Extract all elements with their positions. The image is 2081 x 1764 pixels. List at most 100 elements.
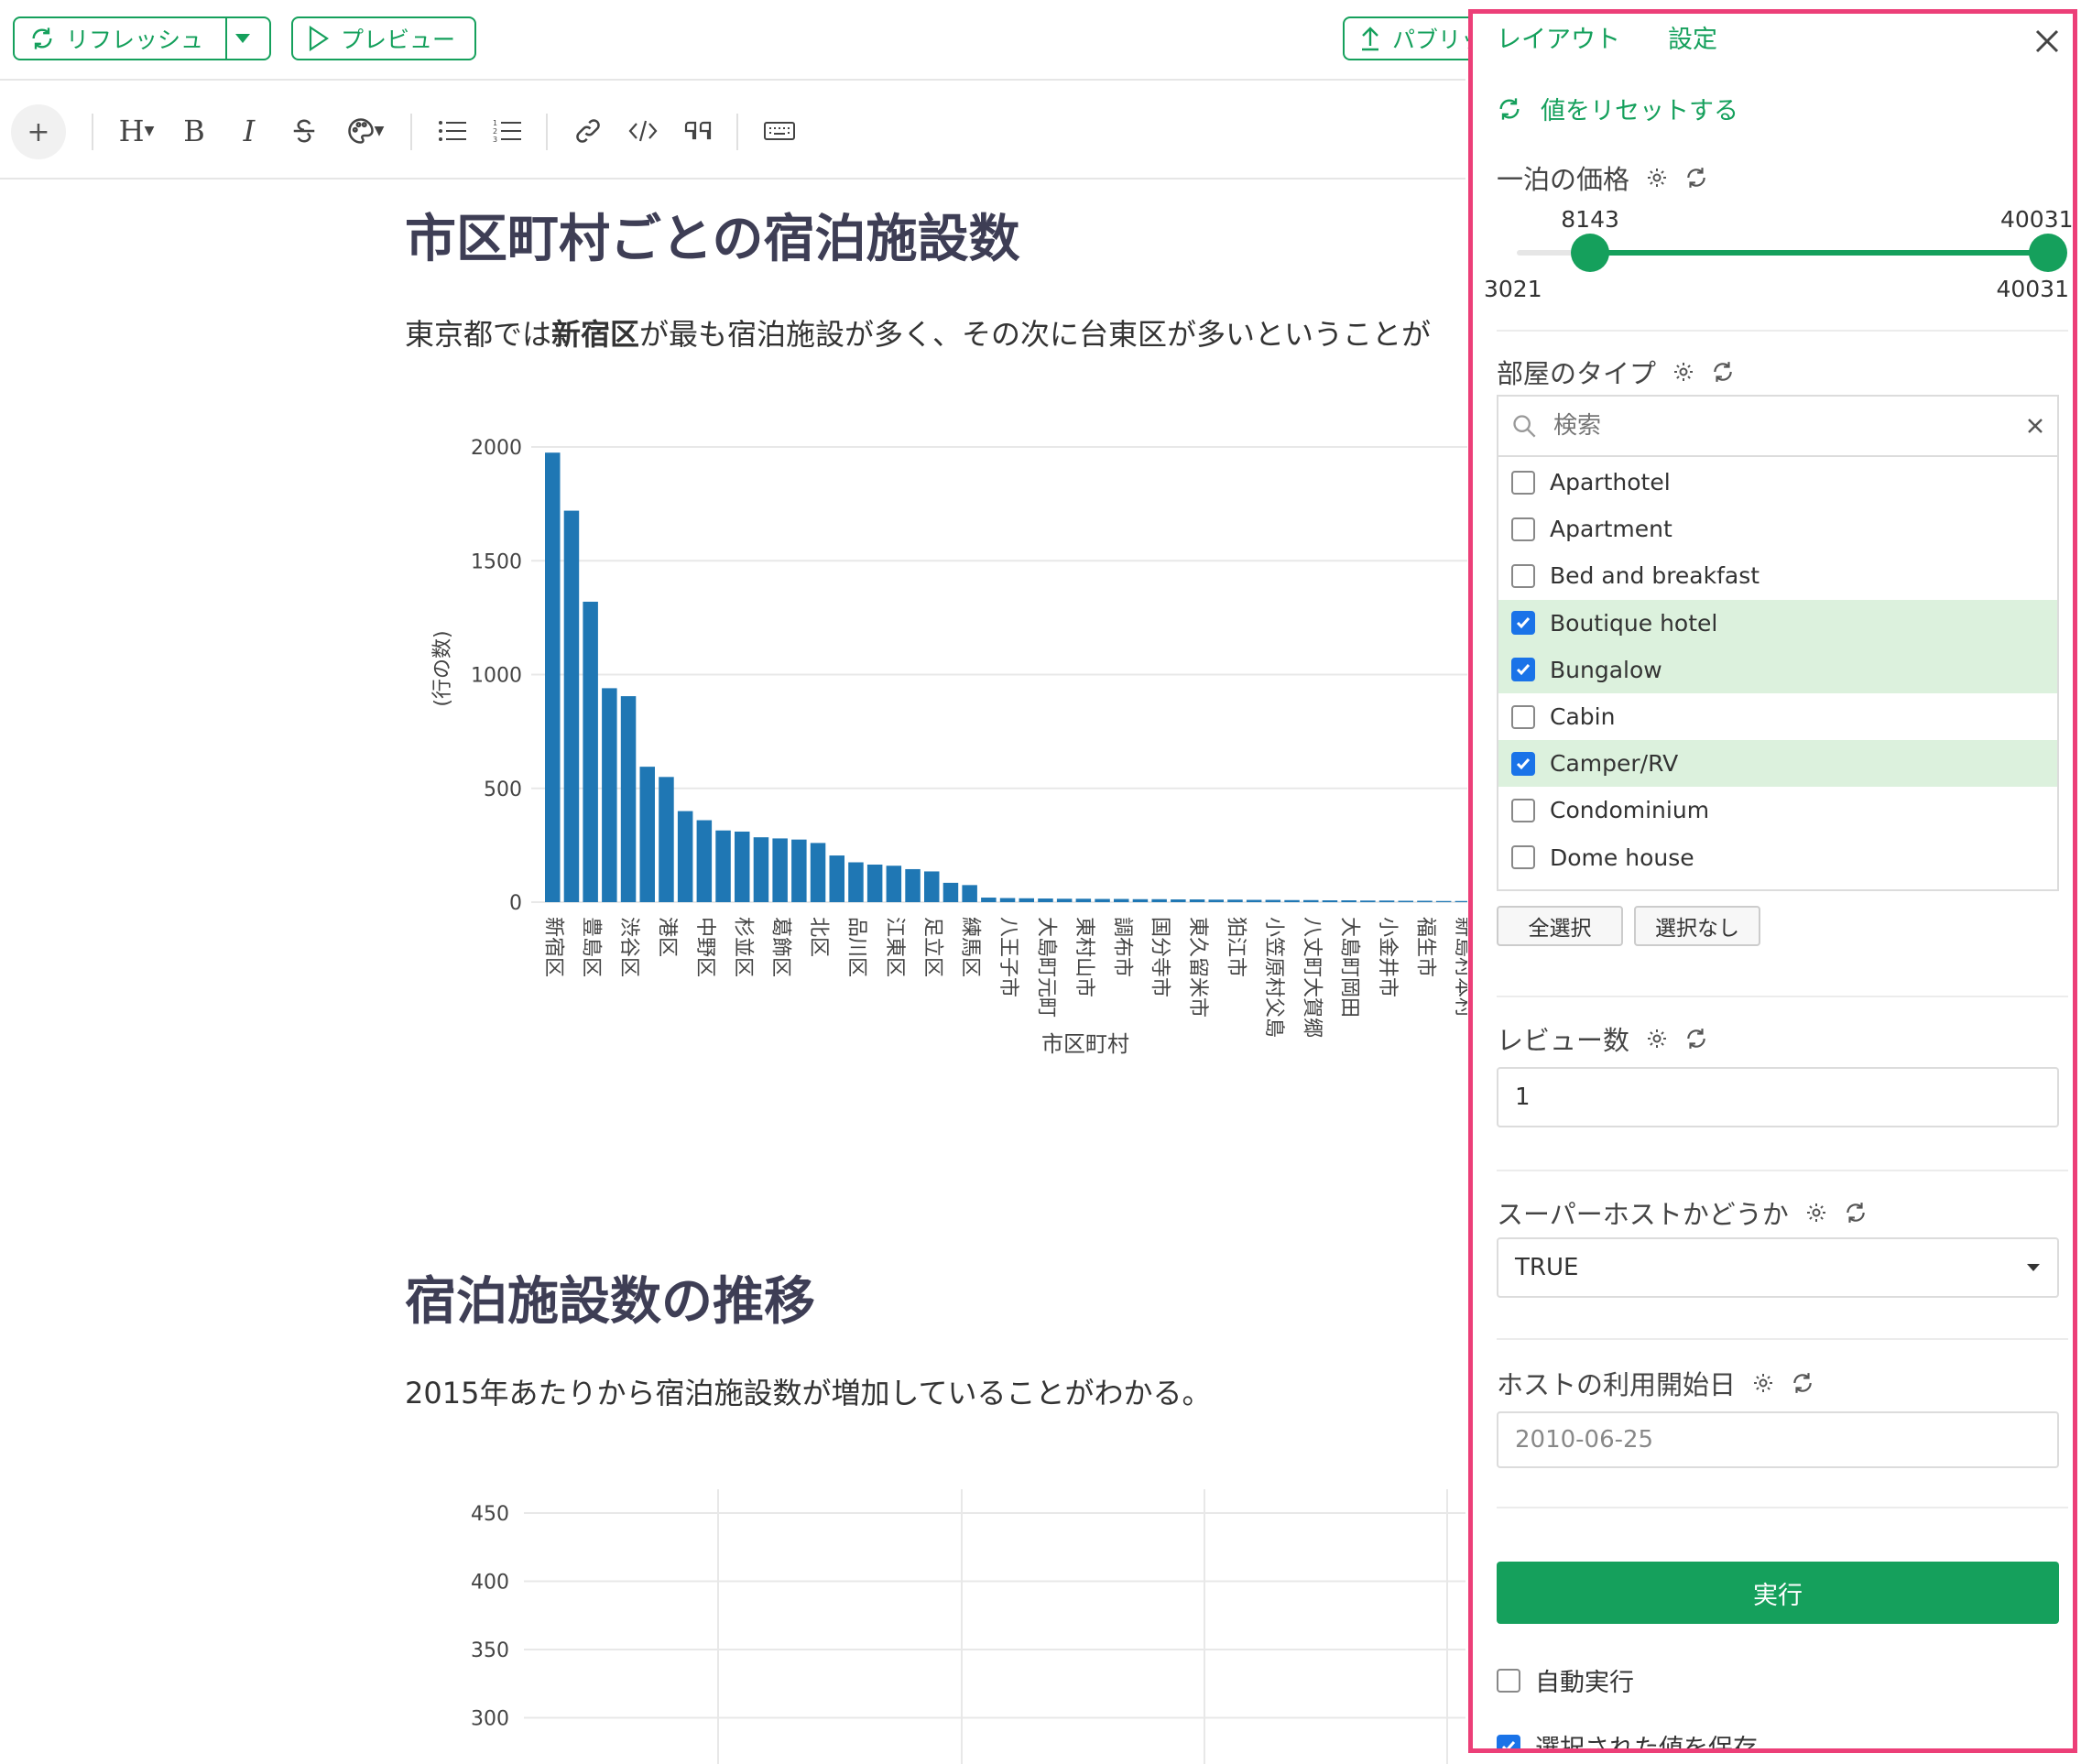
room-type-checkbox[interactable] bbox=[1511, 563, 1535, 588]
numbered-list-button[interactable]: 123 bbox=[489, 108, 526, 154]
room-type-checkbox[interactable] bbox=[1511, 704, 1535, 729]
refresh-button[interactable]: リフレッシュ bbox=[13, 16, 227, 60]
gear-icon[interactable] bbox=[1646, 167, 1668, 189]
keyboard-shortcuts-button[interactable] bbox=[760, 108, 799, 154]
x-tick-label: 新島村本村 bbox=[1452, 917, 1467, 1018]
x-tick-label: 小金井市 bbox=[1376, 917, 1399, 997]
room-type-option[interactable]: Camper/RV bbox=[1498, 740, 2057, 788]
save-values-checkbox[interactable] bbox=[1497, 1734, 1520, 1748]
run-button[interactable]: 実行 bbox=[1497, 1562, 2059, 1624]
tab-settings[interactable]: 設定 bbox=[1668, 19, 1717, 55]
room-type-checkbox[interactable] bbox=[1511, 658, 1535, 682]
price-slider-min-handle[interactable] bbox=[1571, 234, 1610, 272]
bar bbox=[1019, 898, 1034, 902]
price-range-min: 3021 bbox=[1484, 276, 1542, 302]
color-palette-button[interactable]: ▼ bbox=[341, 108, 390, 154]
bar bbox=[1435, 900, 1452, 902]
bar bbox=[1056, 898, 1073, 902]
bar bbox=[1398, 900, 1413, 902]
code-button[interactable] bbox=[625, 108, 661, 154]
heading-button[interactable]: H ▼ bbox=[112, 108, 161, 154]
room-type-option[interactable]: Apartment bbox=[1498, 506, 2057, 552]
reset-values-button[interactable]: 値をリセットする bbox=[1497, 91, 1738, 126]
y-tick-label: 0 bbox=[509, 892, 522, 915]
bar bbox=[1114, 898, 1129, 902]
caret-down-icon bbox=[2027, 1264, 2040, 1271]
x-tick-label: 大島町岡田 bbox=[1338, 917, 1361, 1018]
price-section-title: 一泊の価格 bbox=[1497, 158, 1708, 197]
room-type-checkbox[interactable] bbox=[1511, 470, 1535, 495]
clear-icon[interactable] bbox=[2026, 417, 2044, 435]
top-toolbar: リフレッシュ プレビュー パブリッ bbox=[0, 0, 1498, 81]
section-divider bbox=[1497, 1170, 2068, 1171]
refresh-dropdown-button[interactable] bbox=[225, 16, 271, 60]
room-type-option[interactable]: Dome house bbox=[1498, 834, 2057, 881]
search-icon bbox=[1513, 415, 1536, 438]
room-type-option[interactable]: Condominium bbox=[1498, 787, 2057, 833]
room-type-checkbox[interactable] bbox=[1511, 845, 1535, 870]
bar bbox=[1038, 898, 1053, 902]
room-type-option-label: Apartment bbox=[1550, 516, 1672, 543]
room-type-option[interactable]: Boutique hotel bbox=[1498, 599, 2057, 647]
tab-layout[interactable]: レイアウト bbox=[1497, 19, 1620, 55]
price-slider-max-handle[interactable] bbox=[2029, 234, 2067, 272]
room-type-checkbox[interactable] bbox=[1511, 751, 1535, 776]
bold-button[interactable]: B bbox=[176, 108, 212, 154]
gear-icon[interactable] bbox=[1805, 1202, 1827, 1224]
superhost-title: スーパーホストかどうか bbox=[1497, 1199, 1789, 1230]
auto-run-checkbox[interactable] bbox=[1497, 1668, 1520, 1693]
select-all-button[interactable]: 全選択 bbox=[1497, 906, 1623, 946]
room-type-option-label: Aparthotel bbox=[1550, 469, 1671, 495]
add-block-button[interactable]: + bbox=[11, 104, 66, 159]
refresh-icon[interactable] bbox=[1684, 166, 1708, 190]
palette-icon bbox=[347, 118, 374, 144]
room-type-option[interactable]: Bed and breakfast bbox=[1498, 552, 2057, 599]
bar bbox=[905, 868, 921, 902]
refresh-icon[interactable] bbox=[1684, 1027, 1708, 1051]
quote-button[interactable] bbox=[680, 108, 716, 154]
bullet-list-button[interactable] bbox=[434, 108, 471, 154]
gear-icon[interactable] bbox=[1672, 361, 1694, 383]
save-values-checkbox-row[interactable]: 選択された値を保存 bbox=[1497, 1728, 1758, 1748]
strikethrough-button[interactable] bbox=[286, 108, 322, 154]
auto-run-checkbox-row[interactable]: 自動実行 bbox=[1497, 1662, 1634, 1698]
trend-line-chart: 300 350 400 450 bbox=[471, 1489, 1465, 1764]
bar bbox=[886, 866, 902, 902]
superhost-select[interactable]: TRUE bbox=[1497, 1237, 2059, 1298]
preview-button[interactable]: プレビュー bbox=[291, 16, 476, 60]
room-type-checkbox[interactable] bbox=[1511, 611, 1535, 636]
room-type-search-input[interactable] bbox=[1552, 411, 2026, 441]
auto-run-label: 自動実行 bbox=[1535, 1669, 1634, 1697]
x-tick-label: 大島町元町 bbox=[1034, 917, 1057, 1018]
room-type-option[interactable]: Cabin bbox=[1498, 693, 2057, 740]
bar bbox=[715, 830, 731, 902]
host-since-date-input[interactable]: 2010-06-25 bbox=[1497, 1411, 2059, 1468]
room-type-option-label: Bungalow bbox=[1550, 656, 1662, 683]
gear-icon[interactable] bbox=[1752, 1372, 1774, 1394]
caret-down-icon: ▼ bbox=[374, 124, 385, 138]
preview-label: プレビュー bbox=[341, 27, 456, 53]
room-type-checkbox[interactable] bbox=[1511, 798, 1535, 822]
room-type-option[interactable]: Aparthotel bbox=[1498, 459, 2057, 506]
x-tick-label: 新宿区 bbox=[541, 917, 564, 977]
bar bbox=[735, 831, 750, 902]
bar bbox=[1227, 899, 1243, 902]
y-tick-label: 1000 bbox=[471, 665, 522, 688]
select-none-button[interactable]: 選択なし bbox=[1634, 906, 1760, 946]
italic-button[interactable]: I bbox=[231, 108, 267, 154]
refresh-icon[interactable] bbox=[1791, 1371, 1814, 1395]
room-type-checkbox[interactable] bbox=[1511, 517, 1535, 541]
code-icon bbox=[628, 120, 658, 142]
room-type-search bbox=[1498, 397, 2057, 457]
refresh-icon[interactable] bbox=[1844, 1201, 1868, 1225]
parameter-panel: レイアウト 設定 値をリセットする 一泊の価格 8143 40031 3021 … bbox=[1468, 9, 2077, 1753]
x-tick-label: 東久留米市 bbox=[1186, 917, 1209, 1018]
close-icon[interactable] bbox=[2034, 28, 2060, 54]
room-type-option[interactable]: Bungalow bbox=[1498, 646, 2057, 693]
link-button[interactable] bbox=[570, 108, 606, 154]
gear-icon[interactable] bbox=[1646, 1028, 1668, 1050]
x-tick-label: 八丈町大賀郷 bbox=[1300, 917, 1323, 1038]
refresh-icon[interactable] bbox=[1711, 360, 1735, 384]
reviews-input[interactable]: 1 bbox=[1497, 1067, 2059, 1127]
bar bbox=[962, 885, 977, 902]
